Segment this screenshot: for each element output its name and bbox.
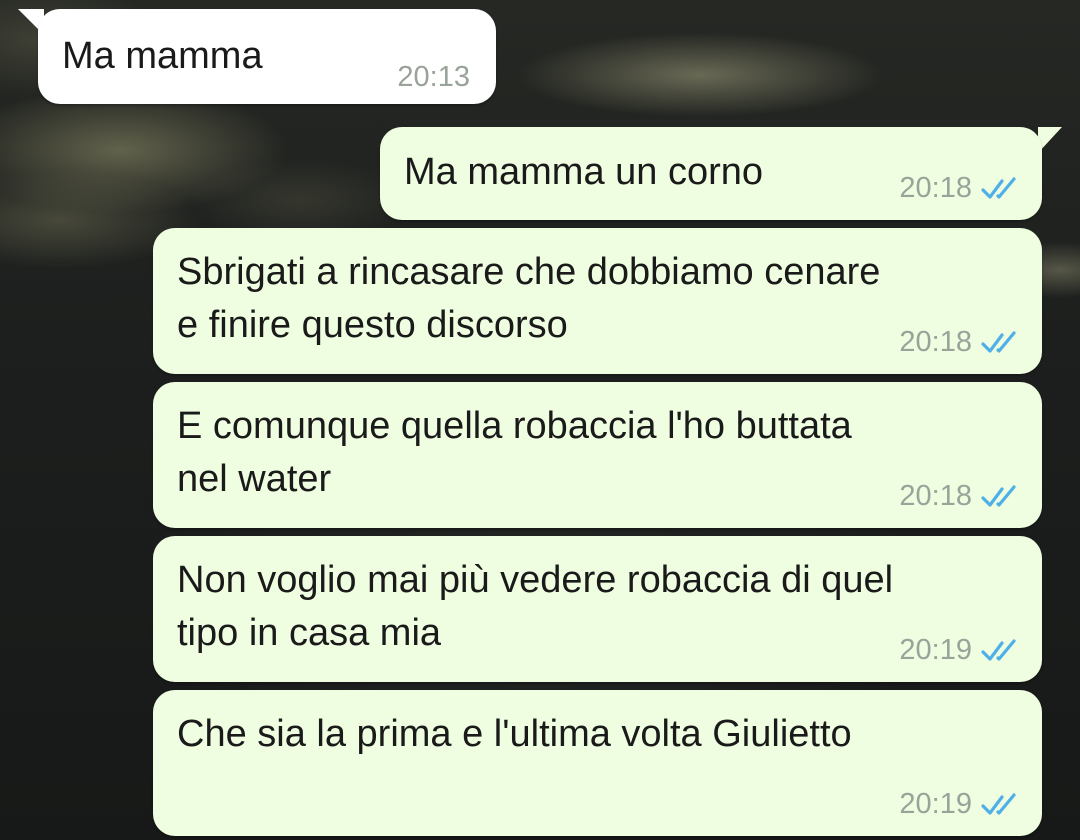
message-text: Ma mamma xyxy=(62,35,263,77)
message-bubble-outgoing[interactable]: E comunque quella robaccia l'ho buttata … xyxy=(153,382,1042,528)
read-double-check-icon xyxy=(981,638,1016,661)
message-time: 20:18 xyxy=(899,326,972,358)
read-double-check-icon xyxy=(981,484,1016,507)
message-text: Non voglio mai più vedere robaccia di qu… xyxy=(177,559,894,654)
message-time: 20:13 xyxy=(397,61,470,93)
read-double-check-icon xyxy=(981,792,1016,815)
message-bubble-outgoing[interactable]: Ma mamma un corno 20:18 xyxy=(380,127,1042,220)
message-time: 20:18 xyxy=(899,172,972,204)
message-time: 20:18 xyxy=(899,480,972,512)
message-bubble-incoming[interactable]: Ma mamma 20:13 xyxy=(38,9,496,104)
message-time: 20:19 xyxy=(899,788,972,820)
read-double-check-icon xyxy=(981,330,1016,353)
message-meta: 20:13 xyxy=(397,61,470,94)
message-text: Sbrigati a rincasare che dobbiamo cenare… xyxy=(177,251,881,346)
message-time: 20:19 xyxy=(899,634,972,666)
message-text: E comunque quella robaccia l'ho buttata … xyxy=(177,405,852,500)
message-bubble-outgoing[interactable]: Che sia la prima e l'ultima volta Giulie… xyxy=(153,690,1042,836)
message-meta: 20:18 xyxy=(899,326,1020,359)
message-meta: 20:18 xyxy=(899,480,1020,513)
message-bubble-outgoing[interactable]: Sbrigati a rincasare che dobbiamo cenare… xyxy=(153,228,1042,374)
message-text: Che sia la prima e l'ultima volta Giulie… xyxy=(177,713,852,755)
message-bubble-outgoing[interactable]: Non voglio mai più vedere robaccia di qu… xyxy=(153,536,1042,682)
message-text: Ma mamma un corno xyxy=(404,151,764,193)
message-meta: 20:19 xyxy=(899,788,1020,821)
read-double-check-icon xyxy=(981,176,1016,199)
message-meta: 20:18 xyxy=(899,172,1020,205)
message-meta: 20:19 xyxy=(899,634,1020,667)
